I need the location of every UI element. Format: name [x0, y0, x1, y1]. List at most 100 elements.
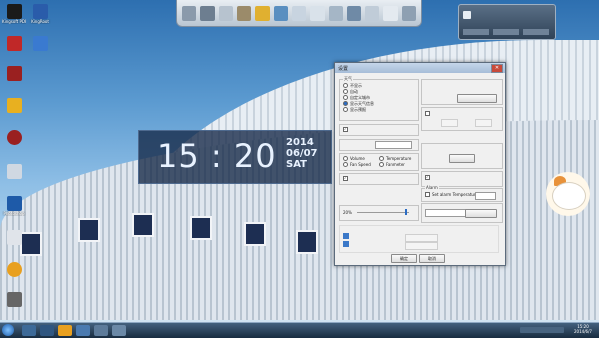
desktop-icon[interactable]	[2, 230, 26, 245]
close-button[interactable]: ✕	[491, 63, 503, 73]
radio-button[interactable]	[343, 83, 348, 88]
right-dropdown-select[interactable]	[425, 209, 466, 217]
app-icon	[6, 98, 22, 113]
dock-icon[interactable]	[291, 5, 307, 21]
alarm-checkbox-row[interactable]: Set alarm Temperature	[425, 192, 478, 197]
option-fanmeter[interactable]: Fanmeter	[379, 162, 405, 167]
radio-option-1[interactable]: 不显示	[343, 83, 362, 88]
clock-widget[interactable]: 15 : 20 2014 06/07 SAT	[138, 130, 332, 184]
desktop-icon[interactable]	[2, 66, 26, 81]
apply-button[interactable]	[465, 209, 497, 218]
ok-button[interactable]: 确定	[391, 254, 417, 263]
clock-day: 06/07	[286, 148, 318, 159]
desktop-icon[interactable]	[2, 36, 26, 51]
notification-button-2[interactable]	[493, 29, 519, 35]
clock-weekday: SAT	[286, 159, 307, 170]
notification-button-1[interactable]	[463, 29, 489, 35]
radio-label: 自定义城市	[350, 95, 370, 100]
dock-icon[interactable]	[383, 5, 398, 21]
checkbox[interactable]	[425, 111, 430, 116]
dock-icon[interactable]	[365, 5, 380, 21]
slider-track[interactable]	[357, 212, 409, 213]
dock-icon[interactable]	[218, 5, 233, 21]
right-checkbox-1[interactable]	[425, 111, 432, 116]
radio-button[interactable]	[343, 95, 348, 100]
wallpaper-window	[244, 222, 266, 246]
dock-icon[interactable]	[255, 5, 270, 21]
slider-thumb[interactable]	[405, 209, 407, 215]
chat-app-icon	[6, 262, 22, 277]
radio-label: 显示预报	[350, 107, 366, 112]
start-button[interactable]	[2, 324, 14, 336]
taskbar-clock[interactable]: 15:20 2014/6/7	[568, 324, 598, 334]
taskbar-item[interactable]	[112, 325, 126, 336]
dock-icon[interactable]	[200, 5, 215, 21]
checkbox[interactable]: ✓	[425, 175, 430, 180]
dock-icon[interactable]	[236, 5, 252, 21]
checkbox[interactable]	[425, 192, 430, 197]
desktop-icon[interactable]	[2, 98, 26, 113]
tray-icons[interactable]	[520, 327, 564, 333]
radio-option-2[interactable]: 自动	[343, 89, 358, 94]
disabled-select-4	[475, 119, 492, 127]
radio-option-4[interactable]: 显示天气信息	[343, 101, 374, 106]
dialog-titlebar[interactable]: 设置 ✕	[335, 63, 505, 73]
taskbar-item[interactable]	[58, 325, 72, 336]
checkbox[interactable]: ✓	[343, 176, 348, 181]
option-temperature[interactable]: Temperature	[379, 156, 411, 161]
dock-icon[interactable]	[182, 5, 197, 21]
clock-year: 2014	[286, 137, 314, 148]
checkbox-row-b[interactable]: ✓	[343, 176, 350, 181]
desktop-icon[interactable]	[2, 164, 26, 179]
cat-mascot-widget[interactable]	[546, 172, 590, 216]
option-fan-speed[interactable]: Fan Speed	[343, 162, 371, 167]
right-checkbox-2[interactable]: ✓	[425, 175, 430, 180]
notification-button-3[interactable]	[523, 29, 549, 35]
radio-button[interactable]	[379, 156, 384, 161]
app-icon	[6, 292, 22, 307]
dock-icon[interactable]	[328, 5, 343, 21]
taskbar-item[interactable]	[94, 325, 108, 336]
radio-button-selected[interactable]	[343, 101, 348, 106]
desktop-icon-kingroot[interactable]: KingRoot	[28, 4, 52, 24]
right-button-1[interactable]	[457, 94, 497, 103]
dock-icon[interactable]	[346, 5, 362, 21]
dock-icon[interactable]	[273, 5, 288, 21]
right-button-3[interactable]	[449, 154, 475, 163]
radio-label: 不显示	[350, 83, 362, 88]
wallpaper-window	[78, 218, 100, 242]
radio-button[interactable]	[343, 162, 348, 167]
checkbox-row-a[interactable]: ✓	[343, 127, 350, 132]
radio-label: 自动	[350, 89, 358, 94]
checkbox[interactable]: ✓	[343, 127, 348, 132]
disabled-select-1	[405, 234, 438, 242]
disabled-select-2	[405, 242, 438, 250]
radio-option-5[interactable]: 显示预报	[343, 107, 366, 112]
kingroot-app-icon	[32, 4, 48, 19]
checkbox-label: Set alarm Temperature	[432, 192, 478, 197]
dropdown-select-a[interactable]	[375, 141, 412, 149]
dock-icon[interactable]	[310, 5, 325, 21]
radio-option-3[interactable]: 自定义城市	[343, 95, 370, 100]
taskbar-item[interactable]	[76, 325, 90, 336]
radio-button[interactable]	[343, 107, 348, 112]
taskbar-item[interactable]	[22, 325, 36, 336]
desktop-icon-kingsoft-pdf[interactable]: Kingsoft PDF	[2, 4, 26, 24]
taskbar-item[interactable]	[40, 325, 54, 336]
radio-button[interactable]	[343, 156, 348, 161]
desktop-icon[interactable]	[2, 130, 26, 145]
group-box-title: Alarm	[425, 185, 439, 190]
radio-button[interactable]	[379, 162, 384, 167]
desktop-icon-photoshop[interactable]: Photoshop	[2, 196, 26, 216]
desktop-icon[interactable]	[2, 292, 26, 307]
disabled-icon-1	[343, 233, 349, 239]
option-volume[interactable]: Volume	[343, 156, 365, 161]
radio-button[interactable]	[343, 89, 348, 94]
wallpaper-window	[190, 216, 212, 240]
alarm-temp-select[interactable]	[475, 192, 496, 200]
cancel-button[interactable]: 取消	[419, 254, 445, 263]
group-box-title: 天气	[343, 76, 353, 81]
dock-icon[interactable]	[401, 5, 417, 21]
desktop-icon[interactable]	[28, 36, 52, 51]
desktop-icon[interactable]	[2, 262, 26, 277]
